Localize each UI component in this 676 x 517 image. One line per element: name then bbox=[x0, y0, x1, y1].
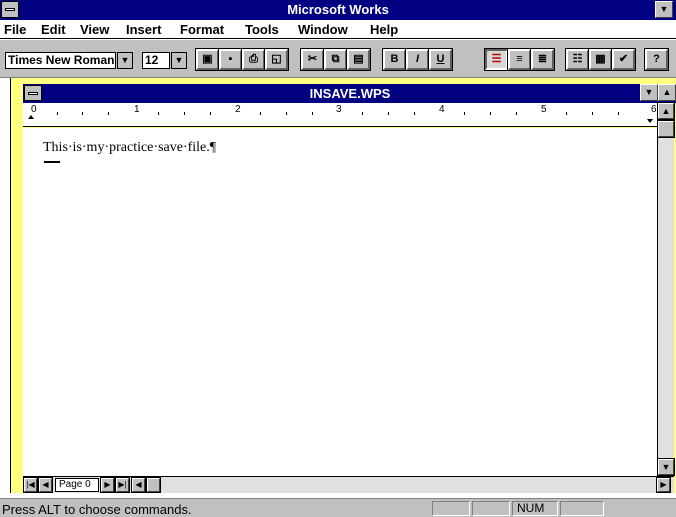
menu-window[interactable]: Window bbox=[298, 22, 348, 37]
align-left-icon[interactable]: ☰ bbox=[484, 48, 509, 71]
ruler-tick bbox=[618, 112, 619, 115]
previous-page-icon[interactable]: ◀ bbox=[38, 477, 53, 493]
status-message: Press ALT to choose commands. bbox=[2, 502, 192, 517]
font-name-dropdown-icon[interactable]: ▼ bbox=[117, 52, 133, 69]
status-bar: Press ALT to choose commands. NUM bbox=[0, 498, 676, 517]
document-title: INSAVE.WPS bbox=[309, 86, 391, 101]
first-line-indent-marker[interactable] bbox=[28, 115, 34, 119]
ruler-number: 4 bbox=[439, 104, 445, 115]
menu-insert[interactable]: Insert bbox=[126, 22, 161, 37]
vertical-scroll-thumb[interactable] bbox=[657, 120, 675, 138]
menu-file[interactable]: File bbox=[4, 22, 26, 37]
save-icon[interactable]: ▪ bbox=[218, 48, 243, 71]
minimize-icon[interactable]: ▼ bbox=[655, 1, 673, 18]
menu-edit[interactable]: Edit bbox=[41, 22, 66, 37]
ruler-tick bbox=[464, 112, 465, 115]
document-text[interactable]: This·is·my·practice·save·file.¶ bbox=[43, 140, 216, 156]
first-page-icon[interactable]: |◀ bbox=[23, 477, 38, 493]
ruler-tick bbox=[286, 112, 287, 115]
scroll-up-icon[interactable]: ▲ bbox=[657, 102, 675, 120]
right-indent-marker[interactable] bbox=[647, 119, 653, 123]
align-center-icon[interactable]: ≡ bbox=[507, 48, 532, 71]
copy-icon[interactable]: ⧉ bbox=[323, 48, 348, 71]
page-indicator: Page 0 bbox=[55, 478, 99, 492]
ruler-tick bbox=[566, 112, 567, 115]
bullets-icon[interactable]: ☷ bbox=[565, 48, 590, 71]
font-name-field[interactable]: Times New Roman bbox=[5, 52, 116, 69]
ruler-tick bbox=[57, 112, 58, 115]
ruler-tick bbox=[108, 112, 109, 115]
menu-view[interactable]: View bbox=[80, 22, 109, 37]
end-of-document-marker bbox=[44, 161, 60, 163]
print-icon[interactable]: ⎙ bbox=[241, 48, 266, 71]
ruler-number: 3 bbox=[336, 104, 342, 115]
menu-tools[interactable]: Tools bbox=[245, 22, 279, 37]
ruler-tick bbox=[388, 112, 389, 115]
bold-button[interactable]: B bbox=[382, 48, 407, 71]
ruler-tick bbox=[414, 112, 415, 115]
horizontal-scrollbar[interactable]: |◀ ◀ Page 0 ▶ ▶| ◀ ▶ bbox=[23, 476, 674, 493]
startup-dialog-icon[interactable]: ▣ bbox=[195, 48, 220, 71]
next-page-icon[interactable]: ▶ bbox=[100, 477, 115, 493]
ruler-tick bbox=[82, 112, 83, 115]
ruler-tick bbox=[210, 112, 211, 115]
ruler-tick bbox=[184, 112, 185, 115]
help-button[interactable]: ? bbox=[644, 48, 669, 71]
align-right-icon[interactable]: ≣ bbox=[530, 48, 555, 71]
underline-button[interactable]: U bbox=[428, 48, 453, 71]
menu-format[interactable]: Format bbox=[180, 22, 224, 37]
font-size-field[interactable]: 12 bbox=[142, 52, 170, 69]
app-title: Microsoft Works bbox=[287, 2, 389, 17]
document-minimize-icon[interactable]: ▼ bbox=[640, 84, 658, 101]
ruler-number: 6 bbox=[651, 104, 657, 115]
ruler-tick bbox=[592, 112, 593, 115]
ruler-tick bbox=[516, 112, 517, 115]
last-page-icon[interactable]: ▶| bbox=[115, 477, 130, 493]
horizontal-scroll-thumb[interactable] bbox=[146, 477, 161, 493]
document-title-bar: INSAVE.WPS ▼ ▲ bbox=[23, 84, 676, 103]
status-pane bbox=[432, 501, 470, 516]
app-title-bar: Microsoft Works ▼ bbox=[0, 0, 676, 20]
ruler-number: 2 bbox=[235, 104, 241, 115]
ruler-number: 5 bbox=[541, 104, 547, 115]
status-pane bbox=[560, 501, 604, 516]
document-edit-area[interactable]: This·is·my·practice·save·file.¶ bbox=[23, 128, 657, 476]
ruler-tick bbox=[158, 112, 159, 115]
scroll-down-icon[interactable]: ▼ bbox=[657, 458, 675, 476]
vertical-scrollbar[interactable]: ▲ ▼ bbox=[657, 102, 675, 476]
num-lock-indicator: NUM bbox=[512, 501, 558, 516]
scroll-right-icon[interactable]: ▶ bbox=[656, 477, 671, 493]
status-pane bbox=[472, 501, 510, 516]
insert-table-icon[interactable]: ▦ bbox=[588, 48, 613, 71]
menu-bar: File Edit View Insert Format Tools Windo… bbox=[0, 20, 676, 39]
print-preview-icon[interactable]: ◱ bbox=[264, 48, 289, 71]
menu-help[interactable]: Help bbox=[370, 22, 398, 37]
document-maximize-icon[interactable]: ▲ bbox=[658, 84, 676, 101]
ruler-number: 1 bbox=[134, 104, 140, 115]
ruler-tick bbox=[312, 112, 313, 115]
ruler[interactable]: 0 1 2 3 4 5 6 bbox=[23, 103, 657, 127]
italic-button[interactable]: I bbox=[405, 48, 430, 71]
ruler-tick bbox=[362, 112, 363, 115]
ruler-number: 0 bbox=[31, 104, 37, 115]
font-size-dropdown-icon[interactable]: ▼ bbox=[171, 52, 187, 69]
scroll-left-icon[interactable]: ◀ bbox=[131, 477, 146, 493]
spell-check-icon[interactable]: ✔ bbox=[611, 48, 636, 71]
toolbar: Times New Roman ▼ 12 ▼ ▣ ▪ ⎙ ◱ ✂ ⧉ ▤ B I… bbox=[0, 40, 676, 78]
cut-icon[interactable]: ✂ bbox=[300, 48, 325, 71]
document-window: INSAVE.WPS ▼ ▲ 0 1 2 3 4 5 6 This·is·my·… bbox=[10, 78, 676, 493]
ruler-tick bbox=[490, 112, 491, 115]
ruler-tick bbox=[260, 112, 261, 115]
paste-icon[interactable]: ▤ bbox=[346, 48, 371, 71]
